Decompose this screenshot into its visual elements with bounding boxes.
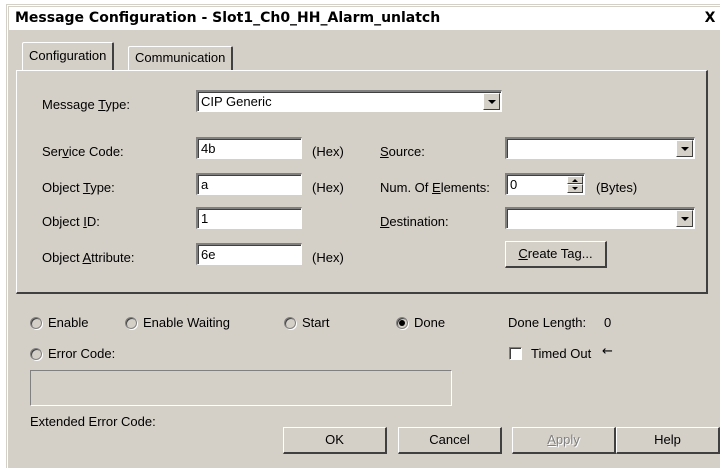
- help-button[interactable]: Help: [616, 427, 720, 454]
- tab-configuration[interactable]: Configuration: [22, 42, 115, 70]
- enable-waiting-radio: [125, 317, 137, 329]
- ok-button[interactable]: OK: [283, 427, 387, 454]
- apply-button[interactable]: Apply: [512, 427, 616, 454]
- timed-out-checkbox[interactable]: [509, 347, 522, 360]
- title-bar: Message Configuration - Slot1_Ch0_HH_Ala…: [9, 7, 720, 31]
- done-length-value: 0: [604, 315, 612, 330]
- error-code-text: [30, 370, 452, 406]
- start-label: Start: [302, 315, 330, 330]
- arrow-left-icon: ←: [602, 344, 613, 359]
- start-radio: [284, 317, 296, 329]
- error-code-label: Error Code:: [48, 346, 116, 361]
- extended-error-code-label: Extended Error Code:: [30, 414, 156, 429]
- window-title: Message Configuration - Slot1_Ch0_HH_Ala…: [15, 10, 441, 26]
- enable-waiting-label: Enable Waiting: [143, 315, 230, 330]
- tab-communication[interactable]: Communication: [128, 46, 234, 70]
- done-label: Done: [414, 315, 446, 330]
- apply-label-key: A: [547, 432, 556, 447]
- configuration-panel: [16, 70, 708, 294]
- done-length-label: Done Length:: [508, 315, 587, 330]
- tab-configuration-label: Configuration: [29, 48, 107, 63]
- enable-radio: [30, 317, 42, 329]
- error-code-radio: [30, 348, 42, 360]
- close-icon[interactable]: X: [702, 9, 718, 27]
- apply-label-post: pply: [555, 432, 580, 447]
- tab-communication-label: Communication: [135, 50, 226, 65]
- enable-label: Enable: [48, 315, 89, 330]
- timed-out-label: Timed Out: [531, 346, 592, 361]
- done-radio: [396, 317, 408, 329]
- cancel-button[interactable]: Cancel: [398, 427, 502, 454]
